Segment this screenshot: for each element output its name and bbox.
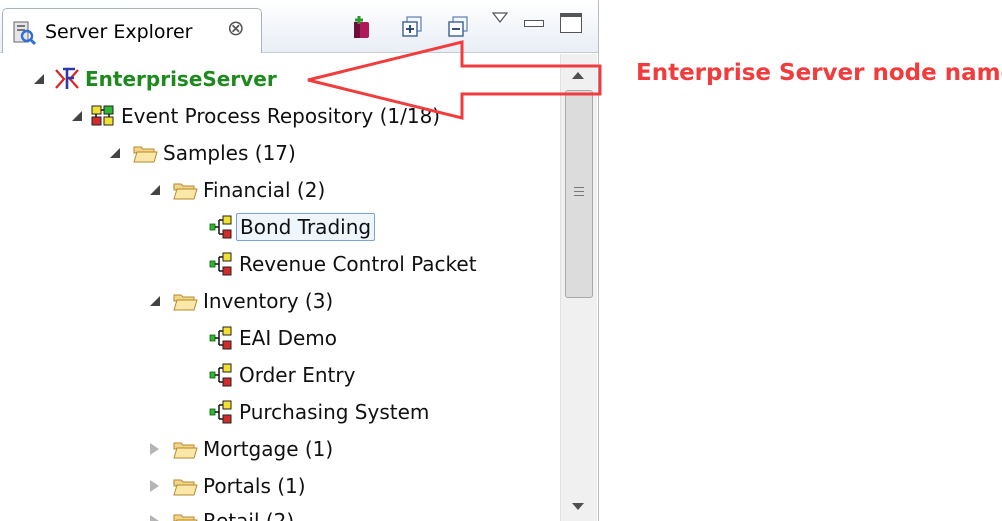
folder-open-icon [172, 288, 198, 314]
maximize-icon[interactable] [560, 13, 582, 33]
expand-all-icon[interactable] [400, 14, 426, 40]
process-label: Revenue Control Packet [239, 252, 477, 276]
grip-line [574, 187, 584, 188]
collapsed-arrow-icon[interactable] [150, 480, 159, 492]
grip-line [574, 191, 584, 192]
folder-open-icon [172, 436, 198, 462]
close-icon[interactable]: ⊗ [227, 18, 245, 39]
annotation-arrow [307, 40, 602, 120]
tab-label: Server Explorer [45, 21, 193, 43]
collapse-all-icon[interactable] [446, 14, 472, 40]
process-icon [208, 251, 234, 277]
server-tree: EnterpriseServer Event Process Repositor… [0, 54, 560, 521]
collapsed-arrow-icon[interactable] [150, 443, 159, 455]
server-node-label: EnterpriseServer [85, 67, 277, 91]
minimize-icon[interactable] [524, 20, 544, 27]
server-explorer-tab[interactable]: Server Explorer ⊗ [2, 8, 262, 53]
folder-label: Portals (1) [203, 474, 306, 498]
folder-open-icon [172, 473, 198, 499]
view-menu-icon[interactable] [492, 12, 508, 24]
folder-open-icon [172, 177, 198, 203]
process-label: EAI Demo [239, 326, 337, 350]
folder-label: Financial (2) [203, 178, 326, 202]
expanded-arrow-icon[interactable] [72, 111, 82, 121]
folder-open-icon [172, 508, 198, 521]
annotation-label: Enterprise Server node name [636, 60, 1002, 86]
vertical-scrollbar[interactable] [560, 54, 597, 521]
repository-icon [91, 105, 114, 126]
collapsed-arrow-icon[interactable] [150, 515, 159, 521]
process-icon [208, 362, 234, 388]
process-label: Purchasing System [239, 400, 430, 424]
folder-label: Retail (2) [203, 509, 295, 521]
process-icon [208, 325, 234, 351]
process-icon [208, 399, 234, 425]
expanded-arrow-icon[interactable] [34, 74, 44, 84]
server-explorer-icon [13, 21, 37, 46]
new-connection-icon[interactable] [348, 14, 374, 40]
scroll-down-arrow-icon[interactable] [572, 503, 584, 510]
folder-label: Samples (17) [163, 141, 296, 165]
expanded-arrow-icon[interactable] [150, 296, 160, 306]
grip-line [574, 195, 584, 196]
expanded-arrow-icon[interactable] [110, 148, 120, 158]
folder-open-icon [132, 140, 158, 166]
folder-label: Mortgage (1) [203, 437, 334, 461]
process-label: Order Entry [239, 363, 356, 387]
folder-label: Inventory (3) [203, 289, 334, 313]
process-icon [208, 214, 234, 240]
expanded-arrow-icon[interactable] [150, 185, 160, 195]
enterprise-server-icon [55, 67, 79, 89]
process-label: Bond Trading [236, 213, 376, 241]
